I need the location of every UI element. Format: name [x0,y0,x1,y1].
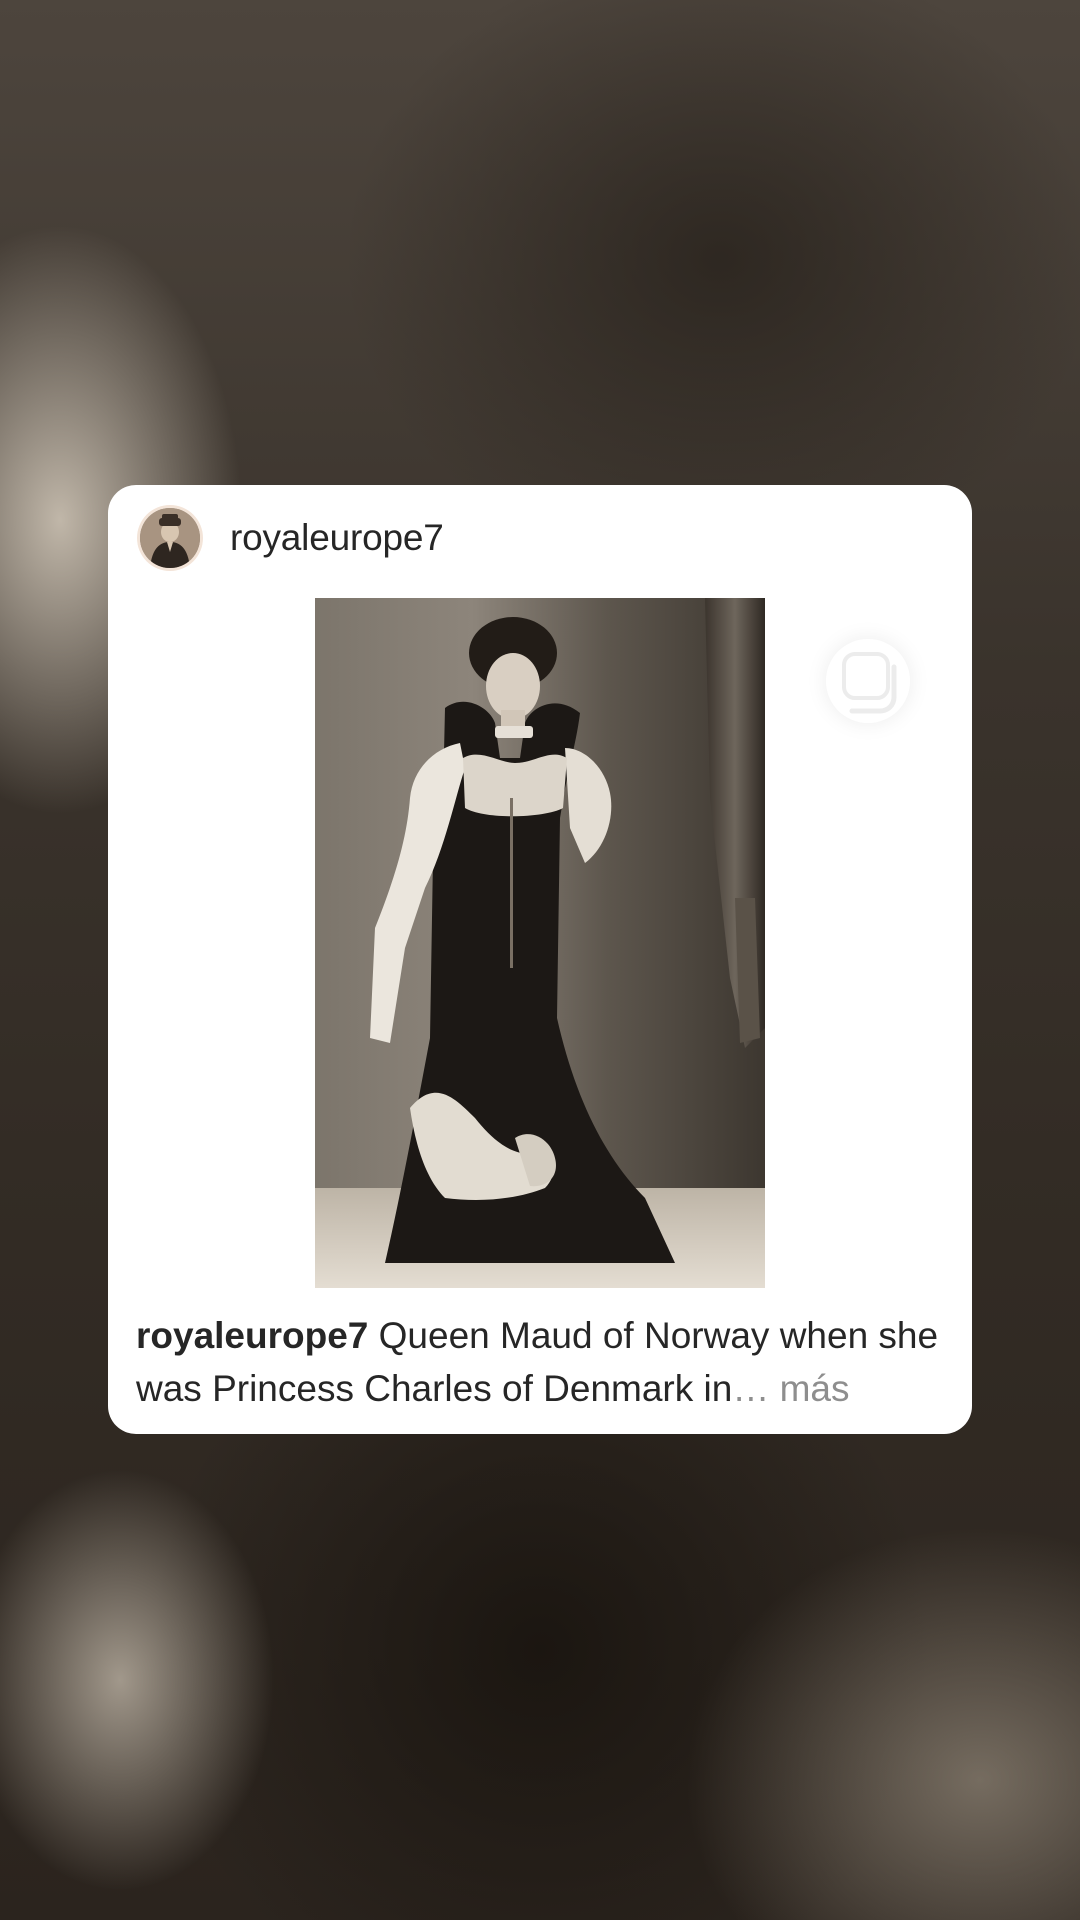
caption-username[interactable]: royaleurope7 [136,1315,368,1356]
more-link[interactable]: más [769,1368,850,1409]
avatar[interactable] [140,508,200,568]
multiple-images-icon [826,639,910,723]
caption-ellipsis: … [732,1368,770,1409]
post-preview-card[interactable]: royaleurope7 royaleurope7 Queen Maud of … [108,485,972,1434]
post-image[interactable] [315,598,765,1288]
post-caption[interactable]: royaleurope7 Queen Maud of Norway when s… [136,1309,954,1415]
post-username[interactable]: royaleurope7 [230,515,444,561]
